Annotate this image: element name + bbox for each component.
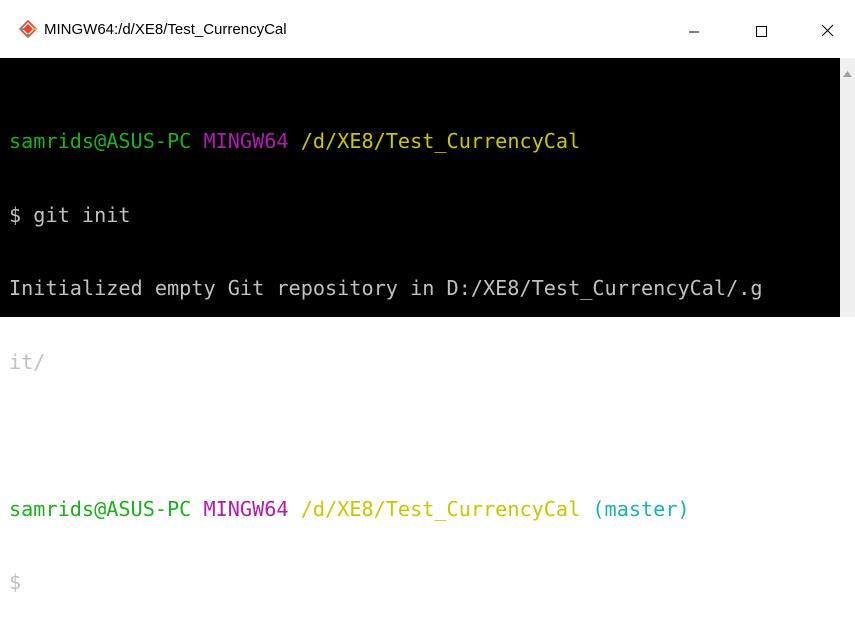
close-icon [821, 24, 834, 37]
prompt-system: MINGW64 [203, 129, 289, 153]
prompt-path: /d/XE8/Test_CurrencyCal [300, 129, 581, 153]
terminal-window: MINGW64:/d/XE8/Test_CurrencyCal samrids@… [0, 0, 855, 594]
minimize-icon [689, 31, 699, 33]
output-line: Initialized empty Git repository in D:/X… [9, 276, 763, 300]
maximize-button[interactable] [741, 12, 781, 48]
vertical-scrollbar[interactable] [840, 58, 855, 317]
prompt-line: samrids@ASUS-PC MINGW64 /d/XE8/Test_Curr… [9, 129, 763, 154]
window-title: MINGW64:/d/XE8/Test_CurrencyCal [44, 21, 287, 38]
prompt-path: /d/XE8/Test_CurrencyCal [300, 496, 581, 521]
output-line: it/ [9, 349, 46, 374]
close-button[interactable] [808, 12, 848, 48]
minimize-button[interactable] [674, 12, 714, 48]
command-line: $ [9, 570, 22, 594]
maximize-icon [756, 26, 767, 37]
prompt-user-host: samrids@ASUS-PC [9, 496, 192, 521]
git-bash-diamond-icon[interactable] [18, 19, 38, 39]
command-line: $ git init [9, 202, 131, 227]
terminal-output: samrids@ASUS-PC MINGW64 /d/XE8/Test_Curr… [9, 80, 763, 634]
prompt-line: samrids@ASUS-PC MINGW64 /d/XE8/Test_Curr… [9, 497, 763, 522]
title-bar[interactable]: MINGW64:/d/XE8/Test_CurrencyCal [0, 0, 855, 58]
prompt-branch: (master) [592, 496, 690, 521]
prompt-user-host: samrids@ASUS-PC [9, 129, 192, 153]
scroll-up-arrow-icon[interactable] [843, 64, 852, 77]
prompt-system: MINGW64 [203, 496, 289, 521]
terminal-area[interactable]: samrids@ASUS-PC MINGW64 /d/XE8/Test_Curr… [0, 58, 840, 594]
